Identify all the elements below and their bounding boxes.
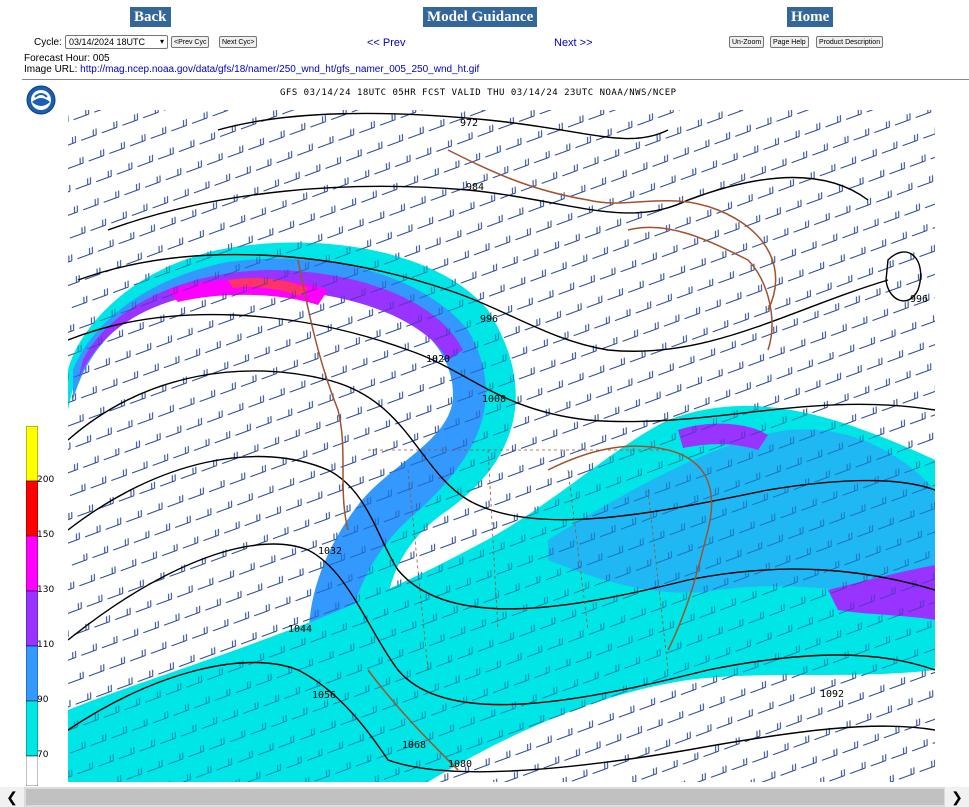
prev-cycle-button[interactable]: <Prev Cyc xyxy=(171,36,210,48)
divider xyxy=(22,79,969,80)
contour-label: 1080 xyxy=(448,759,472,770)
page-help-button[interactable]: Page Help xyxy=(770,36,809,48)
chevron-down-icon: ▾ xyxy=(159,37,164,46)
image-url-link[interactable]: http://mag.ncep.noaa.gov/data/gfs/18/nam… xyxy=(80,64,479,75)
next-link[interactable]: Next >> xyxy=(554,37,593,49)
contour-label: 996 xyxy=(480,314,498,325)
contour-label: 1032 xyxy=(318,546,342,557)
colorbar-tick: 130 xyxy=(37,585,55,595)
colorbar-tick: 70 xyxy=(37,750,49,760)
cycle-label: Cycle: xyxy=(34,37,62,48)
cycle-select[interactable]: 03/14/2024 18UTC ▾ xyxy=(65,35,168,49)
contour-label: 1056 xyxy=(312,690,336,701)
wind-height-map: 972 984 996 996 1020 1008 1032 1044 1056… xyxy=(68,110,935,782)
home-button[interactable]: Home xyxy=(787,7,834,27)
contour-label: 972 xyxy=(460,118,478,129)
image-url-row: Image URL: http://mag.ncep.noaa.gov/data… xyxy=(24,64,479,75)
map-title: GFS 03/14/24 18UTC 05HR FCST VALID THU 0… xyxy=(280,88,677,98)
contour-label: 984 xyxy=(466,182,484,193)
prev-link[interactable]: << Prev xyxy=(367,37,406,49)
colorbar-tick: 150 xyxy=(37,530,55,540)
scroll-left-arrow-icon[interactable]: ❮ xyxy=(0,787,24,807)
contour-label: 1020 xyxy=(426,354,450,365)
scroll-right-arrow-icon[interactable]: ❯ xyxy=(945,787,969,807)
contour-label: 1044 xyxy=(288,624,312,635)
contour-label: 996 xyxy=(910,294,928,305)
forecast-hour: Forecast Hour: 005 xyxy=(24,53,110,64)
colorbar-tick: 90 xyxy=(37,695,49,705)
contour-label: 1068 xyxy=(402,740,426,751)
colorbar-tick: 200 xyxy=(37,475,55,485)
scrollbar-thumb[interactable] xyxy=(26,789,944,805)
model-guidance-button[interactable]: Model Guidance xyxy=(423,7,538,27)
product-description-button[interactable]: Product Description xyxy=(816,36,884,48)
contour-label: 1092 xyxy=(820,689,844,700)
cycle-selected-value: 03/14/2024 18UTC xyxy=(69,37,146,47)
contour-label: 1008 xyxy=(482,394,506,405)
back-button[interactable]: Back xyxy=(130,7,171,27)
colorbar-tick: 110 xyxy=(37,640,55,650)
unzoom-button[interactable]: Un-Zoom xyxy=(729,36,765,48)
noaa-logo-icon xyxy=(26,85,56,115)
horizontal-scrollbar[interactable]: ❮ ❯ xyxy=(0,787,969,807)
image-url-label: Image URL: xyxy=(24,64,78,75)
next-cycle-button[interactable]: Next Cyc> xyxy=(219,36,258,48)
